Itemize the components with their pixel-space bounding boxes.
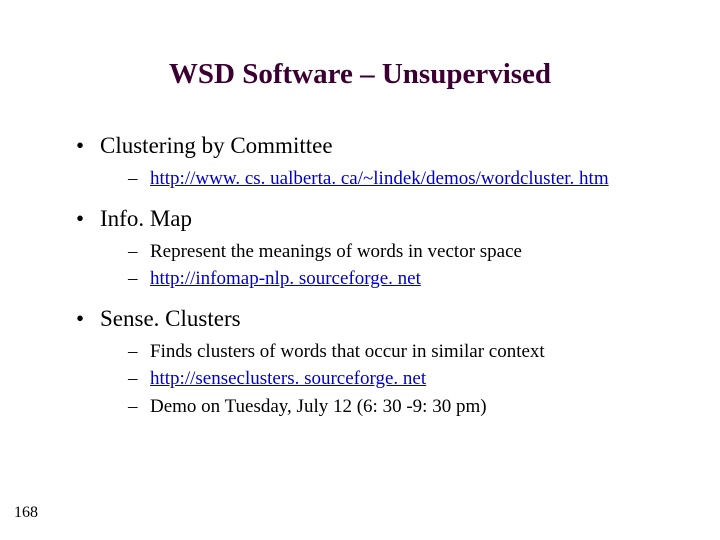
link-infomap[interactable]: http://infomap-nlp. sourceforge. net [150,268,421,289]
sub-text: Represent the meanings of words in vecto… [150,241,522,262]
sub-text: Demo on Tuesday, July 12 (6: 30 -9: 30 p… [150,396,487,417]
bullet-label: Sense. Clusters [100,306,241,331]
link-wordcluster[interactable]: http://www. cs. ualberta. ca/~lindek/dem… [150,168,609,189]
bullet-label: Clustering by Committee [100,133,333,158]
sub-item: Finds clusters of words that occur in si… [128,338,660,366]
sub-item: Represent the meanings of words in vecto… [128,238,660,266]
slide-title: WSD Software – Unsupervised [0,58,720,91]
bullet-label: Info. Map [100,206,192,231]
bullet-senseclusters: Sense. Clusters Finds clusters of words … [72,303,660,421]
sub-item: Demo on Tuesday, July 12 (6: 30 -9: 30 p… [128,393,660,421]
sub-item: http://infomap-nlp. sourceforge. net [128,265,660,293]
sub-item: http://www. cs. ualberta. ca/~lindek/dem… [128,165,660,193]
bullet-clustering: Clustering by Committee http://www. cs. … [72,130,660,193]
link-senseclusters[interactable]: http://senseclusters. sourceforge. net [150,368,426,389]
slide: WSD Software – Unsupervised Clustering b… [0,0,720,540]
slide-body: Clustering by Committee http://www. cs. … [72,130,660,430]
page-number: 168 [14,504,38,522]
sub-item: http://senseclusters. sourceforge. net [128,365,660,393]
bullet-infomap: Info. Map Represent the meanings of word… [72,203,660,293]
sub-text: Finds clusters of words that occur in si… [150,341,545,362]
